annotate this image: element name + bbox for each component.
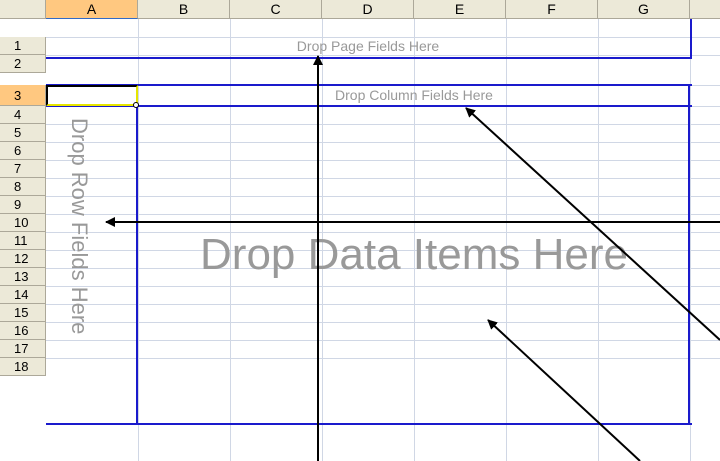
arrow-to-data-items (487, 319, 641, 461)
annotation-arrows (105, 55, 720, 461)
spreadsheet-grid[interactable]: A B C D E F G 1 2 3 4 5 6 7 8 9 10 11 12… (0, 0, 720, 461)
arrow-to-column-fields (465, 107, 720, 341)
